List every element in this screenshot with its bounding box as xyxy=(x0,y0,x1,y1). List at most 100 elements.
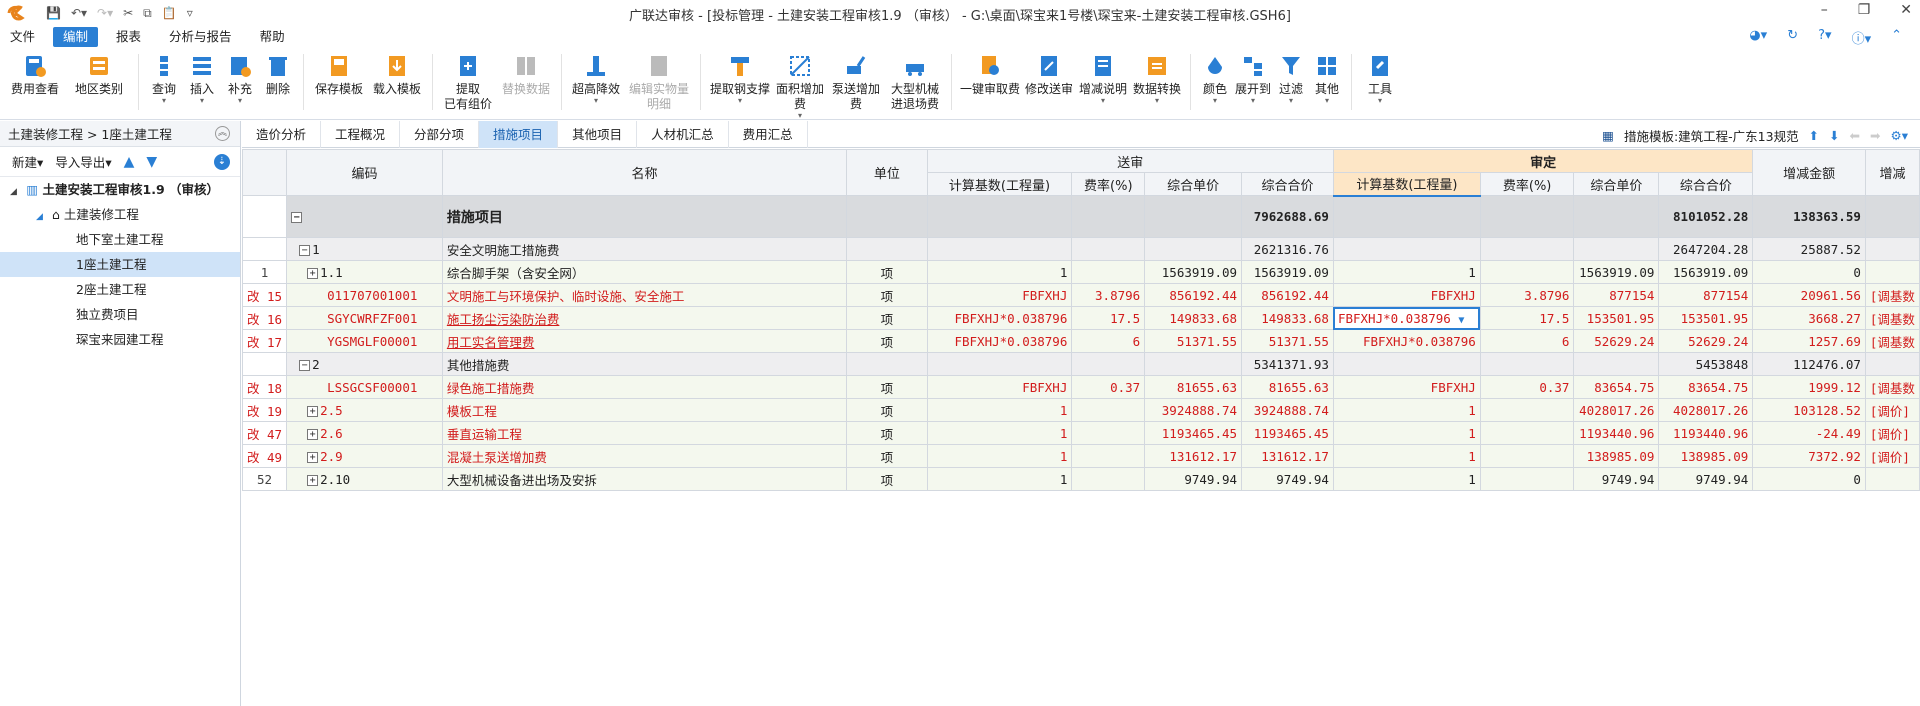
table-row[interactable]: 1 +1.1 综合脚手架（含安全网） 项 1 1563919.09 156391… xyxy=(241,260,1920,284)
right-arrow-icon[interactable]: ➡ xyxy=(1870,128,1880,143)
modify-submit-button[interactable]: 修改送审 xyxy=(1022,48,1076,120)
move-up-icon[interactable]: ▲ xyxy=(124,154,135,170)
one-click-fee-button[interactable]: 一键审取费 xyxy=(958,48,1022,120)
cut-icon[interactable]: ✂ xyxy=(123,6,133,20)
left-arrow-icon[interactable]: ⬅ xyxy=(1850,128,1860,143)
col-s-base[interactable]: 计算基数(工程量) xyxy=(926,172,1073,196)
table-row[interactable]: −1 安全文明施工措施费 2621316.76 2647204.28 25887… xyxy=(241,237,1920,261)
col-s-rate[interactable]: 费率(%) xyxy=(1071,172,1146,196)
dropdown-icon[interactable]: ▼ xyxy=(1458,315,1464,326)
machinery-fee-button[interactable]: 大型机械 进退场费 xyxy=(885,48,945,120)
collapse-icon[interactable]: − xyxy=(299,244,311,256)
color-button[interactable]: 颜色 ▾ xyxy=(1197,48,1233,120)
refresh-icon[interactable]: ↻ xyxy=(1787,28,1798,47)
insert-button[interactable]: 插入 ▾ xyxy=(183,48,221,120)
navigate-icon[interactable]: ⇣ xyxy=(214,154,230,170)
paste-icon[interactable]: 📋 xyxy=(162,6,177,20)
change-note-button[interactable]: 增减说明 ▾ xyxy=(1076,48,1130,120)
tab-overview[interactable]: 工程概况 xyxy=(321,121,401,148)
menu-report[interactable]: 报表 xyxy=(106,27,151,47)
menu-analysis[interactable]: 分析与报告 xyxy=(159,27,242,47)
expand-icon[interactable]: + xyxy=(307,428,319,440)
tree-item-building2[interactable]: 2座土建工程 xyxy=(0,277,240,302)
undo-icon[interactable]: ↶▾ xyxy=(71,6,87,20)
tools-button[interactable]: 工具 ▾ xyxy=(1358,48,1402,120)
extract-steel-support-button[interactable]: 提取钢支撑 ▾ xyxy=(707,48,773,120)
load-template-button[interactable]: 载入模板 xyxy=(368,48,426,120)
table-row[interactable]: −2 其他措施费 5341371.93 5453848 112476.07 xyxy=(241,352,1920,376)
close-icon[interactable]: ✕ xyxy=(1900,2,1912,18)
expand-icon[interactable]: + xyxy=(307,474,319,486)
tree-item-independent[interactable]: 独立费项目 xyxy=(0,302,240,327)
col-unit[interactable]: 单位 xyxy=(846,149,928,196)
col-s-total[interactable]: 综合合价 xyxy=(1241,172,1334,196)
template-label[interactable]: 措施模板:建筑工程-广东13规范 xyxy=(1624,126,1799,145)
extract-pricing-button[interactable]: 提取 已有组价 xyxy=(439,48,497,120)
supplement-button[interactable]: 补充 ▾ xyxy=(221,48,259,120)
tree-item-basement[interactable]: 地下室土建工程 xyxy=(0,227,240,252)
base-select-cell[interactable]: FBFXHJ*0.038796 ▼ xyxy=(1332,306,1481,330)
expand-icon[interactable]: + xyxy=(307,267,319,279)
table-row[interactable]: − 措施项目 7962688.69 8101052.28 138363.59 xyxy=(241,195,1920,238)
other-button[interactable]: 其他 ▾ xyxy=(1309,48,1345,120)
table-row[interactable]: 52 +2.10 大型机械设备进出场及安拆 项 1 9749.94 9749.9… xyxy=(241,467,1920,491)
menu-help[interactable]: 帮助 xyxy=(250,27,295,47)
help-icon[interactable]: ?▾ xyxy=(1818,28,1831,47)
save-template-button[interactable]: 保存模板 xyxy=(310,48,368,120)
table-row[interactable]: 改 49 +2.9 混凝土泵送增加费 项 1 131612.17 131612.… xyxy=(241,444,1920,468)
save-icon[interactable]: 💾 xyxy=(46,6,61,20)
cloud-icon[interactable]: ◕▾ xyxy=(1749,28,1767,47)
area-fee-button[interactable]: 面积增加费 ▾ xyxy=(773,48,827,120)
expand-icon[interactable]: + xyxy=(307,405,319,417)
col-a-rate[interactable]: 费率(%) xyxy=(1479,172,1575,196)
table-row[interactable]: 改 17 YGSMGLF00001 用工实名管理费 项 FBFXHJ*0.038… xyxy=(241,329,1920,353)
collapse-panel-icon[interactable]: ︽ xyxy=(215,126,230,141)
tab-materials[interactable]: 人材机汇总 xyxy=(637,121,729,148)
collapse-icon[interactable]: − xyxy=(291,212,303,223)
table-row[interactable]: 改 18 LSSGCSF00001 绿色施工措施费 项 FBFXHJ 0.37 … xyxy=(241,375,1920,399)
delete-button[interactable]: 删除 xyxy=(259,48,297,120)
col-s-price[interactable]: 综合单价 xyxy=(1144,172,1243,196)
col-a-total[interactable]: 综合合价 xyxy=(1658,172,1754,196)
region-type-button[interactable]: 地区类别 xyxy=(66,48,132,120)
replace-data-button[interactable]: 替换数据 xyxy=(497,48,555,120)
col-remark[interactable]: 增减 xyxy=(1864,149,1920,196)
col-a-base[interactable]: 计算基数(工程量) xyxy=(1332,172,1481,197)
collapse-icon[interactable]: − xyxy=(299,359,311,371)
data-convert-button[interactable]: 数据转换 ▾ xyxy=(1130,48,1184,120)
info-icon[interactable]: ⓘ▾ xyxy=(1852,28,1872,47)
minimize-icon[interactable]: – xyxy=(1821,2,1828,18)
tab-items[interactable]: 分部分项 xyxy=(400,121,480,148)
table-row[interactable]: 改 47 +2.6 垂直运输工程 项 1 1193465.45 1193465.… xyxy=(241,421,1920,445)
tree-item-decoration[interactable]: ◢ ⌂ 土建装修工程 xyxy=(0,202,240,227)
expand-icon[interactable]: + xyxy=(307,451,319,463)
menu-file[interactable]: 文件 xyxy=(0,27,45,47)
tree-item-building1[interactable]: 1座土建工程 xyxy=(0,252,240,277)
settings-icon[interactable]: ⚙▾ xyxy=(1891,128,1908,143)
import-export-button[interactable]: 导入导出▾ xyxy=(55,152,111,171)
tree-item-root[interactable]: ◢ ▥ 土建安装工程审核1.9 （审核） xyxy=(0,177,240,202)
col-a-price[interactable]: 综合单价 xyxy=(1573,172,1660,196)
filter-button[interactable]: 过滤 ▾ xyxy=(1273,48,1309,120)
tab-other[interactable]: 其他项目 xyxy=(558,121,638,148)
expand-to-button[interactable]: 展开到 ▾ xyxy=(1233,48,1273,120)
move-down-icon[interactable]: ▼ xyxy=(146,154,157,170)
pump-fee-button[interactable]: 泵送增加费 xyxy=(827,48,885,120)
copy-icon[interactable]: ⧉ xyxy=(143,6,152,21)
tab-fee-summary[interactable]: 费用汇总 xyxy=(729,121,808,148)
redo-icon[interactable]: ↷▾ xyxy=(97,6,113,20)
tab-cost-analysis[interactable]: 造价分析 xyxy=(242,121,322,148)
edit-quantity-detail-button[interactable]: 编辑实物量 明细 xyxy=(624,48,694,120)
table-row[interactable]: 改 19 +2.5 模板工程 项 1 3924888.74 3924888.74… xyxy=(241,398,1920,422)
height-reduction-button[interactable]: 超高降效 ▾ xyxy=(568,48,624,120)
col-diff[interactable]: 增减金额 xyxy=(1752,149,1866,196)
query-button[interactable]: 查询 ▾ xyxy=(145,48,183,120)
down-arrow-icon[interactable]: ⬇ xyxy=(1829,128,1839,143)
tree-item-garden[interactable]: 琛宝来园建工程 xyxy=(0,327,240,352)
fee-view-button[interactable]: 费用查看 xyxy=(4,48,66,120)
col-name[interactable]: 名称 xyxy=(441,149,848,196)
new-button[interactable]: 新建▾ xyxy=(12,152,43,171)
col-code[interactable]: 编码 xyxy=(286,149,443,196)
menu-edit[interactable]: 编制 xyxy=(53,27,99,47)
tab-measures[interactable]: 措施项目 xyxy=(479,121,559,148)
